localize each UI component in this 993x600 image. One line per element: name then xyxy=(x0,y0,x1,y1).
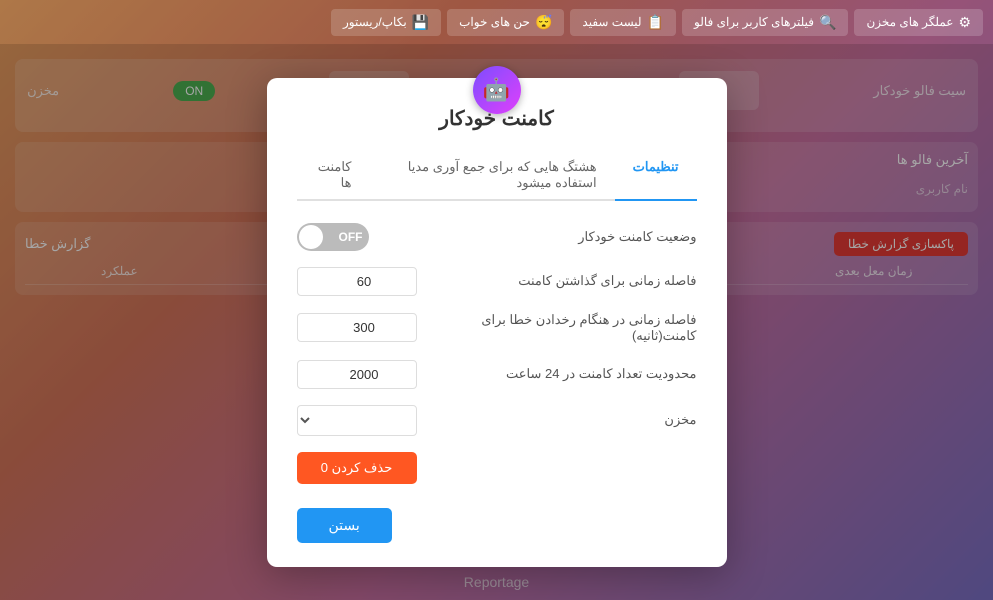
logo-icon: 🤖 xyxy=(473,66,521,114)
typing-interval-row: فاصله زمانی در هنگام رخدادن خطا برای کام… xyxy=(297,312,697,344)
comment-interval-row: فاصله زمانی برای گذاشتن کامنت xyxy=(297,267,697,296)
comment-interval-input[interactable] xyxy=(297,267,417,296)
backup-icon: 💾 xyxy=(412,14,429,31)
filters-button[interactable]: 🔍 فیلترهای کاربر برای فالو xyxy=(682,9,848,36)
storage-select[interactable] xyxy=(297,405,417,436)
actions-button[interactable]: ⚙ عملگر های مخزن xyxy=(854,9,983,36)
typing-interval-label: فاصله زمانی در هنگام رخدادن خطا برای کام… xyxy=(417,312,697,344)
comment-interval-label: فاصله زمانی برای گذاشتن کامنت xyxy=(417,273,697,289)
modal-overlay: 🤖 کامنت خودکار تنظیمات هشتگ هایی که برای… xyxy=(0,44,993,600)
gear-icon: ⚙ xyxy=(958,14,971,31)
auto-comment-modal: کامنت خودکار تنظیمات هشتگ هایی که برای ج… xyxy=(267,78,727,567)
sleep-button[interactable]: 😴 حن های خواب xyxy=(447,9,564,36)
daily-limit-input[interactable] xyxy=(297,360,417,389)
topbar: ⚙ عملگر های مخزن 🔍 فیلترهای کاربر برای ف… xyxy=(0,0,993,44)
toggle-label: OFF xyxy=(339,230,363,244)
typing-interval-input[interactable] xyxy=(297,313,417,342)
backup-button[interactable]: 💾 بکاپ/ریستور xyxy=(331,9,441,36)
status-label: وضعیت کامنت خودکار xyxy=(369,229,697,245)
storage-label: مخزن xyxy=(417,412,697,428)
sleep-icon: 😴 xyxy=(535,14,552,31)
list-icon: 📋 xyxy=(647,14,664,31)
modal-wrapper: 🤖 کامنت خودکار تنظیمات هشتگ هایی که برای… xyxy=(267,78,727,567)
delete-row: حذف کردن 0 xyxy=(297,452,697,484)
actions-row: بستن xyxy=(297,500,697,543)
main-area: سیت فالو خودکار 0 ON 0 ON مخزن آخرین فال… xyxy=(0,44,993,600)
whitelist-button[interactable]: 📋 لیست سفید xyxy=(570,9,676,36)
daily-limit-label: محدودیت تعداد کامنت در 24 ساعت xyxy=(417,366,697,382)
modal-tabs: تنظیمات هشتگ هایی که برای جمع آوری مدیا … xyxy=(297,151,697,201)
tab-comments[interactable]: کامنت ها xyxy=(297,151,370,201)
tab-settings[interactable]: تنظیمات xyxy=(615,151,697,201)
filter-icon: 🔍 xyxy=(819,14,836,31)
tab-hashtags[interactable]: هشتگ هایی که برای جمع آوری مدیا استفاده … xyxy=(370,151,615,201)
storage-row: مخزن xyxy=(297,405,697,436)
daily-limit-row: محدودیت تعداد کامنت در 24 ساعت xyxy=(297,360,697,389)
status-row: وضعیت کامنت خودکار OFF xyxy=(297,223,697,251)
close-button[interactable]: بستن xyxy=(297,508,392,543)
status-toggle[interactable]: OFF xyxy=(297,223,369,251)
toggle-knob xyxy=(299,225,323,249)
delete-button[interactable]: حذف کردن 0 xyxy=(297,452,417,484)
